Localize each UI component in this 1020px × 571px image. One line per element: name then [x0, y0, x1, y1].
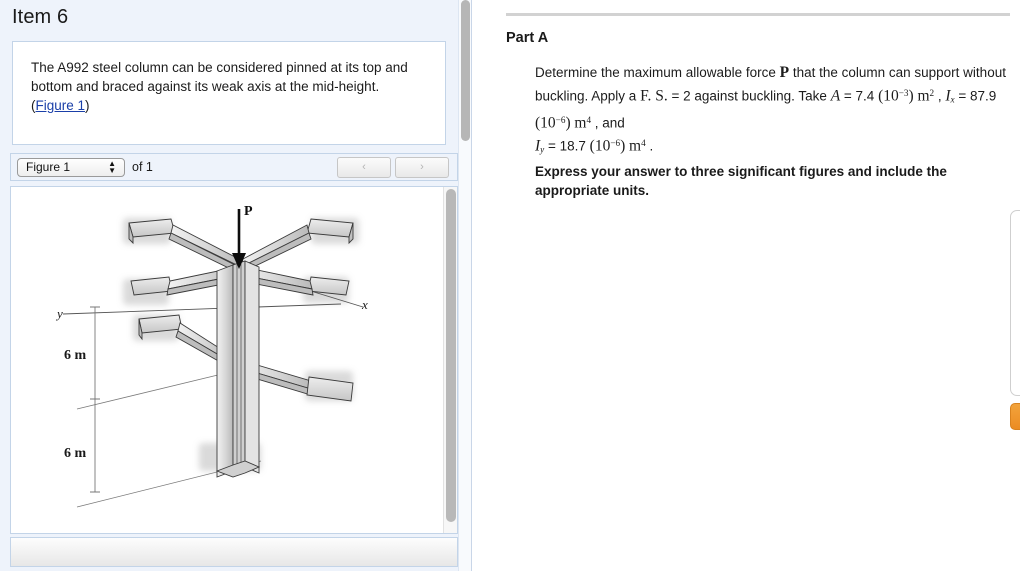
A-paren-close: ) — [908, 87, 914, 105]
Iy-units: m — [629, 137, 642, 155]
symbol-FS: F. S. — [640, 87, 668, 105]
Ix-exponent: −6 — [555, 114, 566, 125]
figure-nav-group: ‹ › — [337, 156, 451, 178]
page-title: Item 6 — [12, 6, 69, 28]
q-line1a: Determine the maximum allowable force — [535, 65, 780, 80]
Ix-value: = 87.9 — [954, 88, 997, 104]
figure-image: y x 6 m 6 m P — [11, 187, 443, 533]
figure-select-value: Figure 1 — [26, 160, 71, 174]
figure-axis-y-label: y — [55, 306, 63, 321]
figure-dim-upper: 6 m — [64, 348, 87, 363]
Ix-units: m — [574, 114, 587, 132]
q-line1c: = 2 against buckling. Take — [667, 88, 831, 104]
figure-1-link[interactable]: Figure 1 — [36, 98, 86, 113]
symbol-P: P — [779, 64, 790, 81]
symbol-A: A — [830, 87, 841, 105]
A-units: m — [917, 87, 930, 105]
figure-select[interactable]: Figure 1 ▲ ▼ — [17, 157, 125, 177]
prev-figure-button[interactable]: ‹ — [337, 156, 391, 178]
q-comma1: , — [934, 88, 946, 104]
q-period: . — [645, 138, 654, 154]
Ix-paren-close: ) — [565, 114, 571, 132]
Iy-exponent: −6 — [610, 138, 621, 149]
A-base: 10 — [883, 87, 899, 105]
figure-scrollbar-thumb[interactable] — [446, 189, 456, 522]
q-and: , and — [591, 115, 625, 131]
item-panel: Item 6 The A992 steel column can be cons… — [0, 0, 472, 571]
problem-text: The A992 steel column can be considered … — [31, 58, 427, 115]
panel-scrollbar-thumb[interactable] — [461, 0, 470, 141]
figure-load-label: P — [244, 204, 253, 219]
answer-entry-box: A — [1010, 210, 1020, 396]
question-text: Determine the maximum allowable force P … — [535, 63, 1011, 160]
panel-scrollbar[interactable] — [458, 0, 471, 571]
instruction-text: Express your answer to three significant… — [535, 164, 947, 198]
Iy-value: = 18.7 — [544, 138, 590, 154]
A-value: = 7.4 — [840, 88, 879, 104]
figure-toolbar: Figure 1 ▲ ▼ of 1 ‹ › — [10, 153, 458, 181]
figure-count-label: of 1 — [132, 160, 153, 174]
figure-dim-lower: 6 m — [64, 446, 87, 461]
answer-panel: Part A Determine the maximum allowable f… — [472, 0, 1020, 571]
figure-scrollbar[interactable] — [443, 187, 457, 533]
part-a-heading: Part A — [506, 30, 549, 46]
chevron-updown-icon: ▲ ▼ — [108, 159, 116, 175]
figure-axis-x-label: x — [361, 297, 368, 312]
A-exponent: −3 — [898, 88, 909, 98]
next-figure-button[interactable]: › — [395, 156, 449, 178]
problem-statement-box: The A992 steel column can be considered … — [12, 41, 446, 145]
figure-link-paren-close: ) — [85, 98, 90, 113]
Iy-base: 10 — [594, 137, 611, 155]
section-divider — [506, 13, 1010, 16]
Iy-paren-close: ) — [620, 137, 626, 155]
Ix-base: 10 — [540, 114, 556, 132]
figure-viewport: y x 6 m 6 m P — [10, 186, 458, 534]
submit-button[interactable]: Submit — [1010, 403, 1020, 430]
problem-body: The A992 steel column can be considered … — [31, 60, 408, 94]
panel-footer-bar — [10, 537, 458, 567]
